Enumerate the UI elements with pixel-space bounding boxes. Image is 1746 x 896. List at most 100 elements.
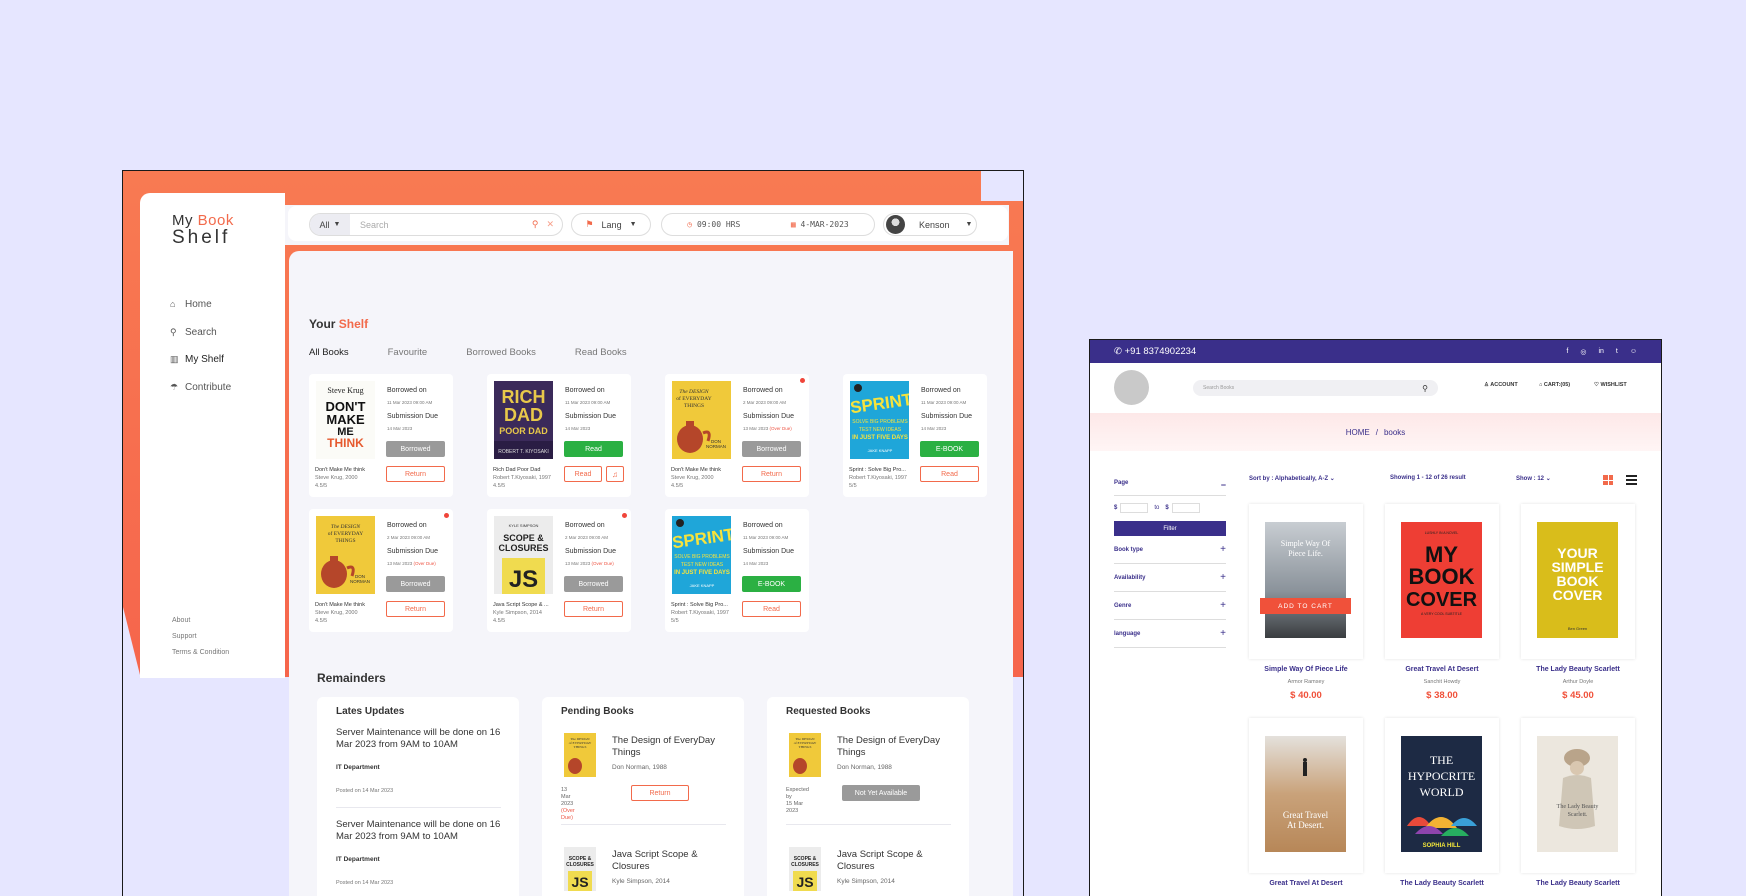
add-to-cart-button[interactable]: ADD TO CART: [1260, 598, 1351, 614]
cart-link[interactable]: ⌂ CART:(05): [1539, 382, 1570, 388]
overdue-label: (Over Due): [561, 808, 575, 821]
user-menu[interactable]: Kenson ▼: [883, 213, 977, 236]
book-card[interactable]: The DESIGN of EVERYDAY THINGS DON NORMAN Don…: [309, 509, 453, 632]
book-card[interactable]: The DESIGN of EVERYDAY THINGS DON NORMAN Don…: [665, 374, 809, 497]
grid-view-icon[interactable]: [1603, 475, 1613, 485]
language-select[interactable]: ⚑ Lang ▼: [571, 213, 651, 236]
product-card[interactable]: LUSHLY IN A NOVEL MY BOOK COVER A VERY COOL …: [1385, 504, 1499, 659]
book-search-input[interactable]: Search Books ⚲: [1193, 380, 1438, 396]
filter-group-label: Genre: [1114, 602, 1132, 609]
book-cover: SPRINTSOLVE BIG PROBLEMSTEST NEW IDEASIN…: [672, 516, 731, 594]
read-button[interactable]: Read: [742, 601, 801, 617]
show-count-select[interactable]: Show : 12 ⌄: [1516, 475, 1551, 482]
return-button[interactable]: Return: [631, 785, 689, 801]
phone-number[interactable]: +91 8374902234: [1125, 346, 1197, 357]
read-status-button[interactable]: Read: [564, 441, 623, 457]
svg-text:BOOK: BOOK: [1409, 564, 1475, 589]
book-cover: The DESIGNof EVERYDAYTHINGS: [564, 733, 596, 777]
tab-all-books[interactable]: All Books: [309, 347, 349, 358]
product-title[interactable]: The Lady Beauty Scarlett: [1518, 880, 1638, 887]
return-button[interactable]: Return: [386, 601, 445, 617]
product-title[interactable]: The Lady Beauty Scarlett: [1518, 666, 1638, 673]
filter-group-availability[interactable]: Availability +: [1114, 564, 1226, 592]
facebook-icon[interactable]: f: [1566, 348, 1568, 356]
plus-icon[interactable]: +: [1220, 544, 1226, 555]
sidebar-item-contribute[interactable]: ☂ Contribute: [170, 374, 231, 402]
product-title[interactable]: Great Travel At Desert: [1382, 666, 1502, 673]
submission-due-label: Submission Due: [921, 413, 972, 420]
linkedin-icon[interactable]: in: [1598, 348, 1603, 356]
read-button[interactable]: Read: [564, 466, 602, 482]
sidebar-item-search[interactable]: ⚲ Search: [170, 319, 231, 347]
product-title[interactable]: Great Travel At Desert: [1246, 880, 1366, 887]
about-link[interactable]: About: [172, 613, 229, 629]
sidebar-item-my-shelf[interactable]: ▥ My Shelf: [170, 346, 231, 374]
product-card[interactable]: THE HYPOCRITE WORLD SOPHIA HILL: [1385, 718, 1499, 873]
product-title[interactable]: The Lady Beauty Scarlett: [1382, 880, 1502, 887]
support-link[interactable]: Support: [172, 629, 229, 645]
update-posted: Posted on 14 Mar 2023: [336, 788, 394, 794]
collapse-icon[interactable]: −: [1221, 480, 1226, 490]
category-select[interactable]: All ▼: [310, 214, 350, 235]
product-card[interactable]: Simple Way Of Piece Life. ADD TO CART: [1249, 504, 1363, 659]
svg-text:JAKE KNAPP: JAKE KNAPP: [868, 448, 893, 453]
filter-button[interactable]: Filter: [1114, 521, 1226, 536]
search-input[interactable]: Search: [350, 220, 532, 230]
tab-favourite[interactable]: Favourite: [388, 347, 428, 358]
tab-read-books[interactable]: Read Books: [575, 347, 627, 358]
wishlist-link[interactable]: ♡ WISHLIST: [1594, 382, 1627, 388]
return-button[interactable]: Return: [386, 466, 445, 482]
book-card[interactable]: KYLE SIMPSON SCOPE & CLOSURES JS Java Scrip…: [487, 509, 631, 632]
list-view-icon[interactable]: [1626, 475, 1637, 485]
sidebar-item-home[interactable]: ⌂ Home: [170, 291, 231, 319]
book-rating: 4.5/5: [493, 483, 506, 489]
return-button[interactable]: Return: [742, 466, 801, 482]
status-button[interactable]: Borrowed: [564, 576, 623, 592]
ebook-button[interactable]: E-BOOK: [920, 441, 979, 457]
breadcrumb-home[interactable]: HOME: [1346, 428, 1370, 437]
book-card[interactable]: SPRINT SOLVE BIG PROBLEMS TEST NEW IDEAS IN…: [843, 374, 987, 497]
filter-group-book-type[interactable]: Book type +: [1114, 536, 1226, 564]
svg-text:MAKE: MAKE: [326, 412, 365, 427]
product-title[interactable]: Simple Way Of Piece Life: [1246, 666, 1366, 673]
sort-select[interactable]: Sort by : Alphabetically, A-Z ⌄: [1249, 475, 1335, 482]
search-icon[interactable]: ⚲: [1422, 384, 1428, 393]
svg-text:THINGS: THINGS: [799, 745, 812, 749]
account-link[interactable]: ♙ ACCOUNT: [1484, 382, 1518, 388]
plus-icon[interactable]: +: [1220, 600, 1226, 611]
twitter-icon[interactable]: t: [1616, 348, 1618, 356]
not-available-button[interactable]: Not Yet Available: [842, 785, 920, 801]
snapchat-icon[interactable]: ☺: [1630, 348, 1637, 356]
min-price-input[interactable]: [1120, 503, 1149, 513]
headphones-icon[interactable]: ♫: [606, 466, 624, 482]
status-button[interactable]: Borrowed: [386, 576, 445, 592]
book-card[interactable]: SPRINT SOLVE BIG PROBLEMS TEST NEW IDEAS IN…: [665, 509, 809, 632]
read-button[interactable]: Read: [920, 466, 979, 482]
status-button[interactable]: Borrowed: [386, 441, 445, 457]
status-button[interactable]: Borrowed: [742, 441, 801, 457]
book-meta: Don't Make Me think Steve Krug, 2000 4.5/5: [315, 466, 365, 490]
plus-icon[interactable]: +: [1220, 628, 1226, 639]
search-icon[interactable]: ⚲: [532, 219, 539, 230]
filter-group-genre[interactable]: Genre +: [1114, 592, 1226, 620]
app-logo[interactable]: My Book Shelf: [172, 212, 234, 249]
due-date: 13 Mar 2023: [565, 561, 591, 566]
product-card[interactable]: YOUR SIMPLE BOOK COVER Ben Green: [1521, 504, 1635, 659]
book-card[interactable]: Steve Krug DON'T MAKE ME THINK Don't Make Me…: [309, 374, 453, 497]
book-card[interactable]: RICH DAD POOR DAD ROBERT T. KIYOSAKI Rich D…: [487, 374, 631, 497]
product-card[interactable]: Great Travel At Desert.: [1249, 718, 1363, 873]
plus-icon[interactable]: +: [1220, 572, 1226, 583]
store-logo[interactable]: [1114, 370, 1149, 405]
clear-icon[interactable]: ✕: [546, 219, 554, 230]
product-card[interactable]: The Lady Beauty Scarlett.: [1521, 718, 1635, 873]
instagram-icon[interactable]: ◎: [1580, 348, 1586, 356]
return-button[interactable]: Return: [564, 601, 623, 617]
sidebar: My Book Shelf ⌂ Home ⚲ Search ▥ My Shelf ☂ C…: [140, 193, 285, 678]
max-price-input[interactable]: [1171, 503, 1200, 513]
ebook-button[interactable]: E-BOOK: [742, 576, 801, 592]
tab-borrowed-books[interactable]: Borrowed Books: [466, 347, 536, 358]
svg-text:SCOPE &: SCOPE &: [503, 533, 544, 543]
due-date: 14 Mar 2023: [387, 426, 413, 431]
terms-link[interactable]: Terms & Condition: [172, 645, 229, 661]
filter-group-language[interactable]: language +: [1114, 620, 1226, 648]
